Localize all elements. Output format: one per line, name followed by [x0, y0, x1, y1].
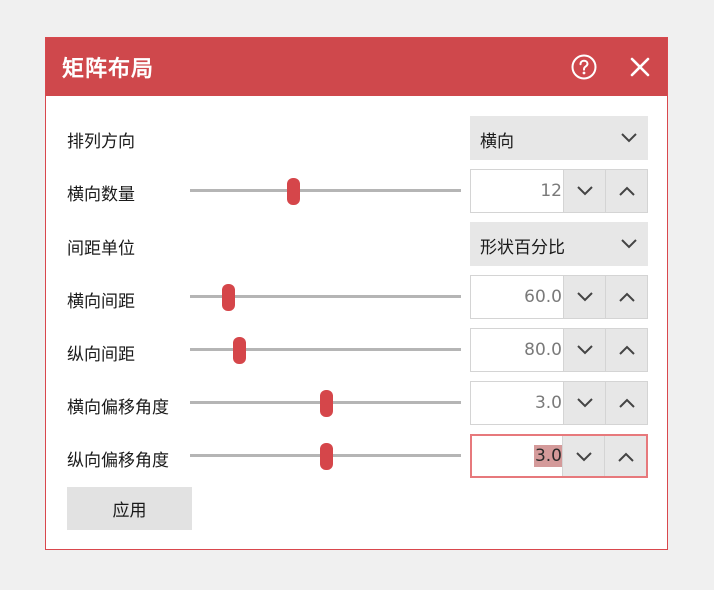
spacing-unit-value: 形状百分比	[480, 238, 565, 258]
horizontal-count-decrement-button[interactable]	[563, 170, 605, 212]
horizontal-offset-angle-decrement-button[interactable]	[563, 382, 605, 424]
dialog-title: 矩阵布局	[62, 57, 155, 82]
chevron-down-icon	[577, 186, 593, 196]
vertical-spacing-increment-button[interactable]	[605, 329, 647, 371]
chevron-down-icon	[577, 345, 593, 355]
slider-track	[190, 189, 461, 192]
vertical-offset-angle-input[interactable]: 3.0	[472, 436, 563, 476]
horizontal-offset-angle-increment-button[interactable]	[605, 382, 647, 424]
help-button[interactable]	[571, 54, 597, 80]
slider-track	[190, 348, 461, 351]
horizontal-spacing-input[interactable]: 60.0	[471, 276, 562, 318]
apply-button[interactable]: 应用	[67, 487, 192, 530]
arrangement-label: 排列方向	[67, 132, 135, 152]
close-icon	[630, 57, 650, 77]
chevron-up-icon	[618, 452, 634, 462]
arrangement-dropdown[interactable]: 横向	[470, 116, 648, 160]
slider-thumb[interactable]	[319, 390, 333, 417]
horizontal-spacing-label: 横向间距	[67, 292, 135, 312]
help-circle-icon	[571, 54, 597, 80]
vertical-offset-angle-increment-button[interactable]	[604, 436, 646, 476]
horizontal-spacing-decrement-button[interactable]	[563, 276, 605, 318]
horizontal-offset-angle-slider[interactable]	[190, 390, 461, 417]
vertical-spacing-label: 纵向间距	[67, 345, 135, 365]
vertical-spacing-spinbox: 80.0	[470, 328, 648, 372]
chevron-down-icon	[577, 398, 593, 408]
chevron-up-icon	[619, 292, 635, 302]
chevron-up-icon	[619, 398, 635, 408]
horizontal-spacing-increment-button[interactable]	[605, 276, 647, 318]
horizontal-offset-angle-label: 横向偏移角度	[67, 398, 169, 418]
slider-thumb[interactable]	[286, 178, 300, 205]
slider-thumb[interactable]	[319, 443, 333, 470]
vertical-offset-angle-decrement-button[interactable]	[562, 436, 604, 476]
chevron-up-icon	[619, 345, 635, 355]
chevron-down-icon	[621, 133, 637, 143]
chevron-down-icon	[577, 292, 593, 302]
chevron-up-icon	[619, 186, 635, 196]
slider-thumb[interactable]	[221, 284, 235, 311]
horizontal-count-input[interactable]: 12	[471, 170, 562, 212]
matrix-layout-dialog: 矩阵布局 排列方向 横向 横向数量 12 间距单位 形状百分比 横向间距 60.…	[45, 37, 668, 550]
spacing-unit-label: 间距单位	[67, 239, 135, 259]
vertical-offset-angle-label: 纵向偏移角度	[67, 451, 169, 471]
slider-thumb[interactable]	[232, 337, 246, 364]
chevron-down-icon	[576, 452, 592, 462]
vertical-spacing-slider[interactable]	[190, 337, 461, 364]
spacing-unit-dropdown[interactable]: 形状百分比	[470, 222, 648, 266]
vertical-spacing-input[interactable]: 80.0	[471, 329, 562, 371]
horizontal-offset-angle-input[interactable]: 3.0	[471, 382, 562, 424]
horizontal-count-increment-button[interactable]	[605, 170, 647, 212]
horizontal-count-slider[interactable]	[190, 178, 461, 205]
vertical-spacing-decrement-button[interactable]	[563, 329, 605, 371]
arrangement-value: 横向	[480, 132, 514, 152]
horizontal-count-spinbox: 12	[470, 169, 648, 213]
horizontal-spacing-spinbox: 60.0	[470, 275, 648, 319]
horizontal-count-label: 横向数量	[67, 185, 135, 205]
vertical-offset-angle-slider[interactable]	[190, 443, 461, 470]
horizontal-spacing-slider[interactable]	[190, 284, 461, 311]
chevron-down-icon	[621, 239, 637, 249]
horizontal-offset-angle-spinbox: 3.0	[470, 381, 648, 425]
title-bar: 矩阵布局	[46, 38, 667, 96]
selected-text: 3.0	[533, 445, 563, 467]
vertical-offset-angle-spinbox: 3.0	[470, 434, 648, 478]
close-button[interactable]	[628, 55, 652, 79]
